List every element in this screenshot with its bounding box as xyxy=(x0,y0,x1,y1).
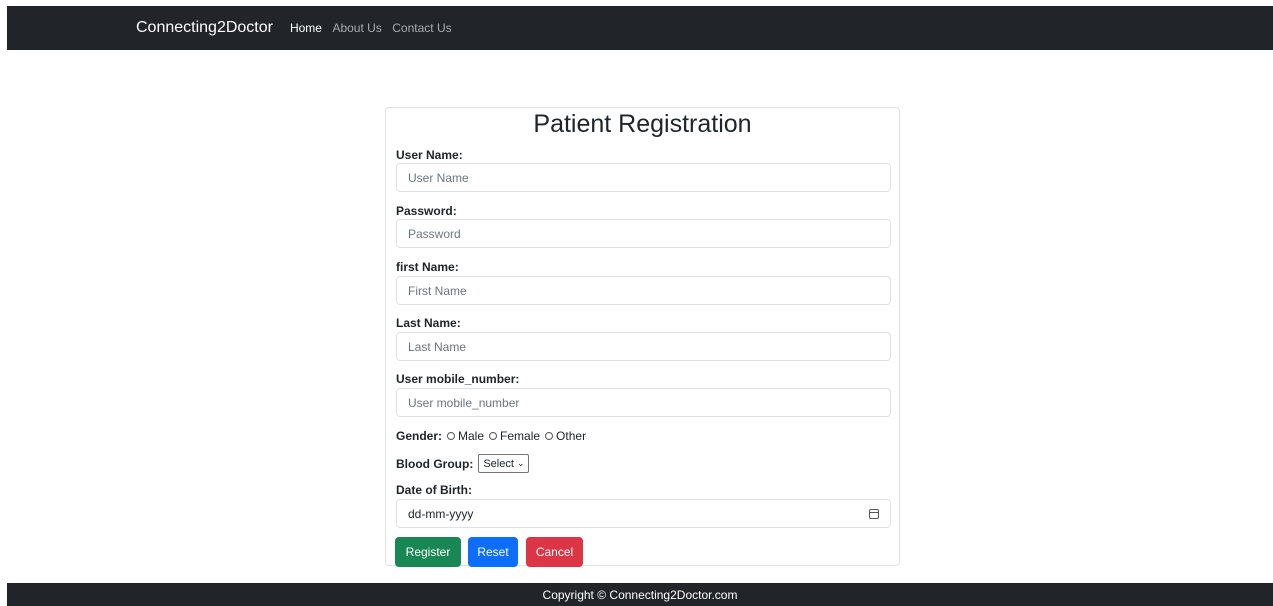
last-name-input[interactable] xyxy=(396,332,891,361)
nav-contact-link[interactable]: Contact Us xyxy=(392,21,451,35)
username-input[interactable] xyxy=(396,163,891,192)
brand-logo[interactable]: Connecting2Doctor xyxy=(136,19,273,37)
blood-group-label: Blood Group: xyxy=(396,456,474,471)
nav-about-link[interactable]: About Us xyxy=(332,21,381,35)
first-name-label: first Name: xyxy=(396,260,459,274)
dob-input[interactable]: dd-mm-yyyy xyxy=(396,499,891,528)
gender-label: Gender: xyxy=(396,429,443,443)
gender-other-label: Other xyxy=(556,429,587,443)
registration-card: Patient Registration User Name: Password… xyxy=(385,107,900,567)
blood-group-selected-value: Select xyxy=(483,457,514,470)
nav-links: Home About Us Contact Us xyxy=(290,19,458,37)
last-name-label: Last Name: xyxy=(396,316,461,330)
username-label: User Name: xyxy=(396,148,463,162)
top-navbar: Connecting2Doctor Home About Us Contact … xyxy=(7,6,1273,50)
footer: Copyright © Connecting2Doctor.com xyxy=(7,583,1273,606)
blood-group-row: Blood Group: Select ⌄ xyxy=(396,454,530,473)
mobile-label: User mobile_number: xyxy=(396,372,520,386)
blood-group-select[interactable]: Select ⌄ xyxy=(478,454,530,473)
nav-home-link[interactable]: Home xyxy=(290,21,322,35)
first-name-input[interactable] xyxy=(396,276,891,305)
page-title: Patient Registration xyxy=(533,110,752,138)
register-button[interactable]: Register xyxy=(395,537,461,567)
dob-label: Date of Birth: xyxy=(396,483,472,497)
mobile-input[interactable] xyxy=(396,388,891,417)
reset-button[interactable]: Reset xyxy=(468,537,518,567)
gender-female-radio[interactable]: Female xyxy=(489,429,540,443)
password-label: Password: xyxy=(396,204,457,218)
radio-circle-icon[interactable] xyxy=(489,432,498,440)
gender-row: Gender: Male Female Other xyxy=(396,429,591,443)
gender-male-radio[interactable]: Male xyxy=(447,429,484,443)
dob-value: dd-mm-yyyy xyxy=(408,506,474,521)
radio-circle-icon[interactable] xyxy=(545,432,554,440)
gender-other-radio[interactable]: Other xyxy=(545,429,586,443)
chevron-down-icon: ⌄ xyxy=(516,458,525,468)
copyright-text: Copyright © Connecting2Doctor.com xyxy=(542,587,738,602)
radio-circle-icon[interactable] xyxy=(447,432,456,440)
gender-female-label: Female xyxy=(500,429,541,443)
cancel-button[interactable]: Cancel xyxy=(526,537,583,567)
calendar-icon[interactable] xyxy=(869,508,879,519)
password-input[interactable] xyxy=(396,219,891,248)
gender-male-label: Male xyxy=(458,429,485,443)
